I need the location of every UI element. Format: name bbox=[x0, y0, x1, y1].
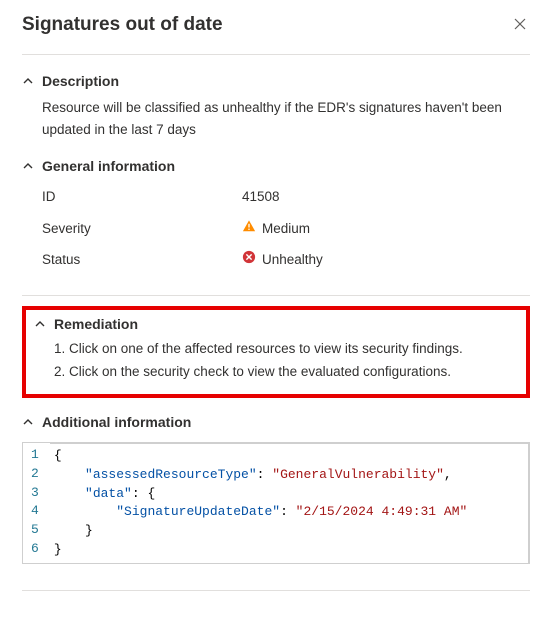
close-icon bbox=[514, 18, 526, 30]
error-icon bbox=[242, 249, 256, 271]
info-label-status: Status bbox=[42, 249, 242, 271]
chevron-up-icon bbox=[22, 160, 34, 172]
general-body: ID 41508 Severity Medium Status bbox=[22, 180, 530, 273]
info-label-id: ID bbox=[42, 186, 242, 208]
divider bbox=[22, 54, 530, 55]
remediation-step: 2. Click on the security check to view t… bbox=[54, 361, 518, 384]
json-value: "GeneralVulnerability" bbox=[272, 467, 444, 482]
section-title: Additional information bbox=[42, 414, 191, 430]
severity-text: Medium bbox=[262, 218, 310, 240]
section-header-additional[interactable]: Additional information bbox=[22, 412, 530, 436]
json-key: "SignatureUpdateDate" bbox=[116, 504, 280, 519]
info-value-status: Unhealthy bbox=[242, 249, 530, 271]
info-label-severity: Severity bbox=[42, 218, 242, 240]
line-number: 1 bbox=[31, 446, 43, 465]
info-value-id: 41508 bbox=[242, 186, 530, 208]
json-key: "assessedResourceType" bbox=[85, 467, 257, 482]
page-title: Signatures out of date bbox=[22, 14, 223, 36]
section-header-remediation[interactable]: Remediation bbox=[34, 316, 518, 338]
line-number: 6 bbox=[31, 540, 43, 559]
section-general-info: General information ID 41508 Severity bbox=[22, 150, 530, 281]
chevron-up-icon bbox=[22, 75, 34, 87]
panel-header: Signatures out of date bbox=[22, 14, 530, 36]
divider bbox=[22, 590, 530, 591]
detail-panel: Signatures out of date Description Resou… bbox=[0, 0, 552, 621]
json-value: "2/15/2024 4:49:31 AM" bbox=[296, 504, 468, 519]
line-gutter: 1 2 3 4 5 6 bbox=[23, 443, 50, 563]
section-header-general[interactable]: General information bbox=[22, 156, 530, 180]
line-number: 5 bbox=[31, 521, 43, 540]
remediation-steps: 1. Click on one of the affected resource… bbox=[34, 338, 518, 384]
remediation-step: 1. Click on one of the affected resource… bbox=[54, 338, 518, 361]
chevron-up-icon bbox=[22, 416, 34, 428]
section-title: Remediation bbox=[54, 316, 138, 332]
remediation-highlight: Remediation 1. Click on one of the affec… bbox=[22, 306, 530, 398]
code-body[interactable]: { "assessedResourceType": "GeneralVulner… bbox=[50, 442, 530, 563]
json-key: "data" bbox=[85, 486, 132, 501]
chevron-up-icon bbox=[34, 318, 46, 330]
line-number: 3 bbox=[31, 484, 43, 503]
close-button[interactable] bbox=[510, 14, 530, 34]
info-table: ID 41508 Severity Medium Status bbox=[42, 182, 530, 271]
line-number: 4 bbox=[31, 502, 43, 521]
divider bbox=[22, 295, 530, 296]
id-text: 41508 bbox=[242, 186, 280, 208]
code-viewer: 1 2 3 4 5 6 { "assessedResourceType": "G… bbox=[22, 442, 530, 564]
section-additional-info: Additional information 1 2 3 4 5 6 { "as… bbox=[22, 412, 530, 572]
info-value-severity: Medium bbox=[242, 218, 530, 240]
status-text: Unhealthy bbox=[262, 249, 323, 271]
section-header-description[interactable]: Description bbox=[22, 71, 530, 95]
line-number: 2 bbox=[31, 465, 43, 484]
description-body: Resource will be classified as unhealthy… bbox=[22, 95, 530, 142]
warning-icon bbox=[242, 218, 256, 240]
section-description: Description Resource will be classified … bbox=[22, 65, 530, 150]
section-title: Description bbox=[42, 73, 119, 89]
section-title: General information bbox=[42, 158, 175, 174]
